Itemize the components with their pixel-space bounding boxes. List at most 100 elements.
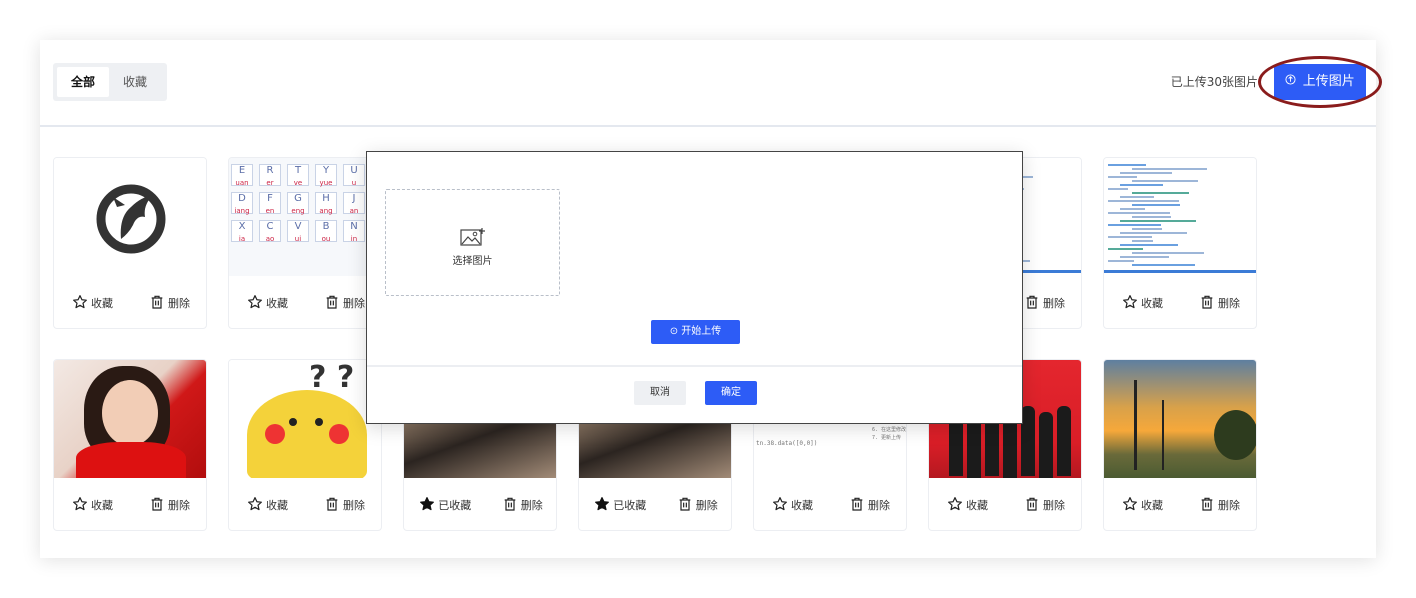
filter-tabs: 全部 收藏 bbox=[53, 63, 167, 101]
star-icon bbox=[72, 496, 91, 515]
keyboard-key: Geng bbox=[287, 192, 309, 215]
delete-button[interactable]: 删除 bbox=[502, 496, 543, 515]
keyboard-key: Tve bbox=[287, 164, 309, 187]
favorite-label: 收藏 bbox=[1141, 499, 1163, 512]
favorite-button[interactable]: 收藏 bbox=[1122, 294, 1163, 313]
upload-image-label: 上传图片 bbox=[1302, 74, 1355, 89]
trash-icon bbox=[677, 496, 696, 515]
favorite-label: 收藏 bbox=[1141, 297, 1163, 310]
image-card[interactable]: ? ? 收藏 删除 bbox=[228, 359, 382, 531]
image-thumbnail[interactable] bbox=[54, 360, 206, 478]
favorite-button[interactable]: 已收藏 bbox=[419, 496, 471, 515]
keyboard-key: Rer bbox=[259, 164, 281, 187]
trash-icon bbox=[1199, 496, 1218, 515]
image-thumbnail[interactable] bbox=[54, 158, 206, 276]
favorite-button[interactable]: 收藏 bbox=[247, 496, 288, 515]
keyboard-key: Yyue bbox=[315, 164, 337, 187]
image-card[interactable]: 收藏 删除 bbox=[53, 157, 207, 329]
gallery-header: 全部 收藏 已上传30张图片 上传图片 bbox=[40, 40, 1382, 127]
delete-label: 删除 bbox=[343, 297, 365, 310]
trash-icon bbox=[149, 294, 168, 313]
image-thumbnail[interactable]: ? ? bbox=[229, 360, 381, 478]
start-upload-icon: ⊙ bbox=[669, 326, 682, 337]
trash-icon bbox=[1199, 294, 1218, 313]
upload-count: 已上传30张图片 bbox=[1170, 75, 1258, 89]
delete-label: 删除 bbox=[168, 297, 190, 310]
image-card[interactable]: 收藏 删除 bbox=[1103, 157, 1257, 329]
favorite-label: 收藏 bbox=[266, 297, 288, 310]
trash-icon bbox=[1024, 294, 1043, 313]
trash-icon bbox=[324, 294, 343, 313]
image-card[interactable]: 收藏 删除 bbox=[1103, 359, 1257, 531]
trash-icon bbox=[1024, 496, 1043, 515]
keyboard-key: Bou bbox=[315, 220, 337, 243]
image-thumbnail[interactable] bbox=[1104, 158, 1256, 276]
select-image-dropzone[interactable]: 选择图片 bbox=[385, 189, 560, 296]
image-thumbnail[interactable]: Euan Rer Tve Yyue Uu Diang Fen Geng Hang Jan Xia Ca… bbox=[229, 158, 381, 276]
image-thumbnail[interactable] bbox=[1104, 360, 1256, 478]
confirm-button[interactable]: 确定 bbox=[705, 381, 757, 405]
favorite-label: 收藏 bbox=[966, 499, 988, 512]
keyboard-key: Xia bbox=[231, 220, 253, 243]
favorite-label: 收藏 bbox=[266, 499, 288, 512]
keyboard-key: Uu bbox=[343, 164, 365, 187]
star-icon bbox=[772, 496, 791, 515]
star-icon bbox=[1122, 294, 1141, 313]
keyboard-key: Nin bbox=[343, 220, 365, 243]
delete-label: 删除 bbox=[520, 499, 543, 512]
delete-button[interactable]: 删除 bbox=[1024, 294, 1065, 313]
delete-label: 删除 bbox=[1218, 297, 1240, 310]
start-upload-button[interactable]: ⊙ 开始上传 bbox=[651, 320, 740, 344]
star-icon bbox=[419, 496, 438, 515]
star-icon bbox=[1122, 496, 1141, 515]
delete-label: 删除 bbox=[868, 499, 890, 512]
cancel-button[interactable]: 取消 bbox=[634, 381, 686, 405]
delete-label: 删除 bbox=[1043, 297, 1065, 310]
delete-button[interactable]: 删除 bbox=[849, 496, 890, 515]
favorite-button[interactable]: 收藏 bbox=[947, 496, 988, 515]
delete-button[interactable]: 删除 bbox=[149, 294, 190, 313]
favorite-label: 收藏 bbox=[91, 499, 113, 512]
upload-dialog: 选择图片 ⊙ 开始上传 取消 确定 bbox=[366, 151, 1023, 424]
delete-button[interactable]: 删除 bbox=[677, 496, 718, 515]
trash-icon bbox=[502, 496, 521, 515]
upload-circle-icon bbox=[1285, 74, 1300, 88]
delete-button[interactable]: 删除 bbox=[324, 294, 365, 313]
image-card[interactable]: Euan Rer Tve Yyue Uu Diang Fen Geng Hang Jan Xia Ca… bbox=[228, 157, 382, 329]
favorite-label: 已收藏 bbox=[613, 499, 647, 512]
delete-button[interactable]: 删除 bbox=[149, 496, 190, 515]
star-icon bbox=[247, 496, 266, 515]
delete-label: 删除 bbox=[1043, 499, 1065, 512]
delete-label: 删除 bbox=[1218, 499, 1240, 512]
star-icon bbox=[247, 294, 266, 313]
favorite-button[interactable]: 收藏 bbox=[72, 496, 113, 515]
horse-logo-icon bbox=[96, 184, 166, 254]
gallery-panel: 全部 收藏 已上传30张图片 上传图片 收藏 删除 Euan Rer Tve Yyue Uu… bbox=[40, 40, 1382, 558]
tab-favorites[interactable]: 收藏 bbox=[109, 67, 161, 97]
keyboard-key: Fen bbox=[259, 192, 281, 215]
favorite-button[interactable]: 收藏 bbox=[247, 294, 288, 313]
favorite-button[interactable]: 已收藏 bbox=[594, 496, 646, 515]
delete-label: 删除 bbox=[695, 499, 718, 512]
delete-button[interactable]: 删除 bbox=[1199, 496, 1240, 515]
tab-all[interactable]: 全部 bbox=[57, 67, 109, 97]
image-card[interactable]: 收藏 删除 bbox=[53, 359, 207, 531]
favorite-button[interactable]: 收藏 bbox=[1122, 496, 1163, 515]
trash-icon bbox=[849, 496, 868, 515]
delete-button[interactable]: 删除 bbox=[1199, 294, 1240, 313]
upload-image-button[interactable]: 上传图片 bbox=[1274, 64, 1366, 100]
star-icon bbox=[594, 496, 613, 515]
keyboard-key: Diang bbox=[231, 192, 253, 215]
dialog-footer-divider bbox=[367, 365, 1022, 367]
star-icon bbox=[947, 496, 966, 515]
delete-button[interactable]: 删除 bbox=[324, 496, 365, 515]
keyboard-key: Vui bbox=[287, 220, 309, 243]
keyboard-key: Hang bbox=[315, 192, 337, 215]
image-add-icon bbox=[460, 228, 485, 246]
favorite-button[interactable]: 收藏 bbox=[772, 496, 813, 515]
favorite-button[interactable]: 收藏 bbox=[72, 294, 113, 313]
keyboard-key: Jan bbox=[343, 192, 365, 215]
delete-button[interactable]: 删除 bbox=[1024, 496, 1065, 515]
star-icon bbox=[72, 294, 91, 313]
favorite-label: 已收藏 bbox=[438, 499, 472, 512]
